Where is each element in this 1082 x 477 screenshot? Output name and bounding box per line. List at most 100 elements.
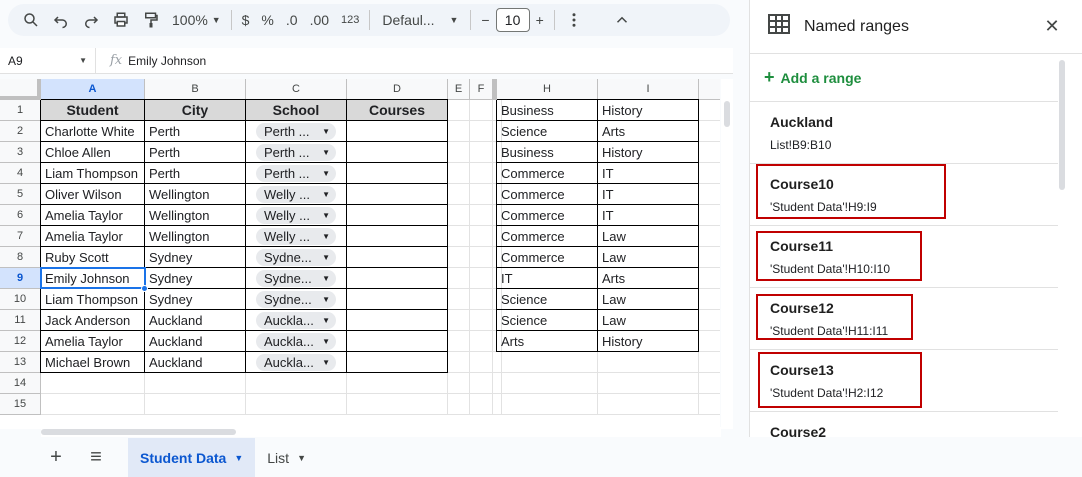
course-cell-h[interactable]: Commerce [497, 184, 598, 205]
grid-cell[interactable] [448, 226, 470, 247]
grid-cell[interactable] [470, 100, 493, 121]
undo-icon[interactable] [46, 6, 76, 34]
grid-cell[interactable] [598, 394, 699, 415]
grid-cell[interactable] [699, 100, 720, 121]
font-size-decrease-button[interactable]: − [475, 6, 495, 34]
course-cell-i[interactable]: IT [598, 205, 699, 226]
row-header-4[interactable]: 4 [0, 163, 41, 184]
grid-cell[interactable] [347, 394, 448, 415]
courses-cell[interactable] [347, 121, 448, 142]
student-cell[interactable]: Amelia Taylor [41, 331, 145, 352]
grid-cell[interactable] [448, 310, 470, 331]
column-header-c[interactable]: C [246, 79, 347, 100]
student-cell[interactable]: Emily Johnson [41, 268, 145, 289]
grid-cell[interactable] [470, 184, 493, 205]
named-range-item[interactable]: Course11 'Student Data'!H10:I10 [750, 226, 1058, 288]
close-icon[interactable]: ✕ [1040, 16, 1064, 37]
grid-cell[interactable] [448, 100, 470, 121]
grid-cell[interactable] [246, 373, 347, 394]
courses-cell[interactable] [347, 289, 448, 310]
font-size-increase-button[interactable]: + [530, 6, 550, 34]
school-cell[interactable]: Auckla... ▼ [246, 331, 347, 352]
school-cell[interactable]: Perth ... ▼ [246, 121, 347, 142]
school-cell[interactable]: Welly ... ▼ [246, 226, 347, 247]
grid-cell[interactable] [497, 352, 598, 373]
school-cell[interactable]: Welly ... ▼ [246, 184, 347, 205]
courses-cell[interactable] [347, 184, 448, 205]
school-dropdown-chip[interactable]: Perth ... ▼ [256, 122, 336, 140]
chevron-up-icon[interactable] [607, 6, 637, 34]
grid-cell[interactable] [41, 373, 145, 394]
grid-cell[interactable] [699, 226, 720, 247]
column-header-d[interactable]: D [347, 79, 448, 100]
grid-cell[interactable] [448, 394, 470, 415]
school-cell[interactable]: Auckla... ▼ [246, 352, 347, 373]
city-cell[interactable]: Perth [145, 163, 246, 184]
student-cell[interactable]: Chloe Allen [41, 142, 145, 163]
grid-cell[interactable] [699, 121, 720, 142]
student-cell[interactable]: Liam Thompson [41, 289, 145, 310]
row-header-5[interactable]: 5 [0, 184, 41, 205]
grid-cell[interactable] [448, 205, 470, 226]
city-cell[interactable]: Sydney [145, 289, 246, 310]
row-header-3[interactable]: 3 [0, 142, 41, 163]
school-cell[interactable]: Sydne... ▼ [246, 268, 347, 289]
grid-cell[interactable] [448, 352, 470, 373]
add-sheet-button[interactable]: + [36, 440, 76, 476]
column-header-f[interactable]: F [470, 79, 493, 100]
school-dropdown-chip[interactable]: Auckla... ▼ [256, 332, 336, 350]
column-header-h[interactable]: H [497, 79, 598, 100]
course-cell-i[interactable]: IT [598, 163, 699, 184]
grid-cell[interactable] [470, 352, 493, 373]
school-dropdown-chip[interactable]: Perth ... ▼ [256, 143, 336, 161]
grid-cell[interactable] [470, 163, 493, 184]
school-cell[interactable]: Welly ... ▼ [246, 205, 347, 226]
vertical-scrollbar[interactable] [721, 79, 733, 429]
school-dropdown-chip[interactable]: Perth ... ▼ [256, 164, 336, 182]
course-cell-h[interactable]: Science [497, 121, 598, 142]
student-cell[interactable]: Oliver Wilson [41, 184, 145, 205]
zoom-select[interactable]: 100% ▼ [166, 6, 227, 34]
city-cell[interactable]: Wellington [145, 226, 246, 247]
city-cell[interactable]: Wellington [145, 205, 246, 226]
grid-cell[interactable] [448, 289, 470, 310]
courses-cell[interactable] [347, 205, 448, 226]
grid-cell[interactable] [448, 163, 470, 184]
school-cell[interactable]: Auckla... ▼ [246, 310, 347, 331]
courses-cell[interactable] [347, 331, 448, 352]
student-cell[interactable]: Charlotte White [41, 121, 145, 142]
grid-cell[interactable] [470, 310, 493, 331]
school-dropdown-chip[interactable]: Sydne... ▼ [256, 248, 336, 266]
more-vert-icon[interactable] [559, 6, 589, 34]
currency-format-button[interactable]: $ [236, 6, 256, 34]
grid-cell[interactable] [699, 331, 720, 352]
courses-cell[interactable] [347, 142, 448, 163]
add-range-button[interactable]: + Add a range [750, 54, 1058, 102]
course-cell-i[interactable]: Law [598, 310, 699, 331]
named-range-item[interactable]: Course13 'Student Data'!H2:I12 [750, 350, 1058, 412]
student-cell[interactable]: Amelia Taylor [41, 205, 145, 226]
school-dropdown-chip[interactable]: Auckla... ▼ [256, 311, 336, 329]
city-cell[interactable]: Wellington [145, 184, 246, 205]
city-cell[interactable]: Auckland [145, 331, 246, 352]
decrease-decimal-button[interactable]: .0 [280, 6, 304, 34]
horizontal-scrollbar[interactable] [41, 427, 721, 437]
row-header-8[interactable]: 8 [0, 247, 41, 268]
course-cell-h[interactable]: Commerce [497, 163, 598, 184]
named-range-item[interactable]: Course2 [750, 412, 1058, 437]
row-header-14[interactable]: 14 [0, 373, 41, 394]
student-cell[interactable]: Liam Thompson [41, 163, 145, 184]
grid-cell[interactable] [497, 394, 598, 415]
courses-cell[interactable] [347, 352, 448, 373]
all-sheets-button[interactable]: ≡ [76, 440, 116, 476]
course-cell-i[interactable]: Arts [598, 268, 699, 289]
grid-cell[interactable] [470, 205, 493, 226]
row-header-12[interactable]: 12 [0, 331, 41, 352]
grid-cell[interactable] [470, 247, 493, 268]
grid-cell[interactable] [448, 142, 470, 163]
grid-cell[interactable] [699, 247, 720, 268]
row-header-1[interactable]: 1 [0, 100, 41, 121]
font-select[interactable]: Defaul... ▼ [374, 6, 466, 34]
school-cell[interactable]: Sydne... ▼ [246, 289, 347, 310]
course-cell-i[interactable]: Law [598, 247, 699, 268]
